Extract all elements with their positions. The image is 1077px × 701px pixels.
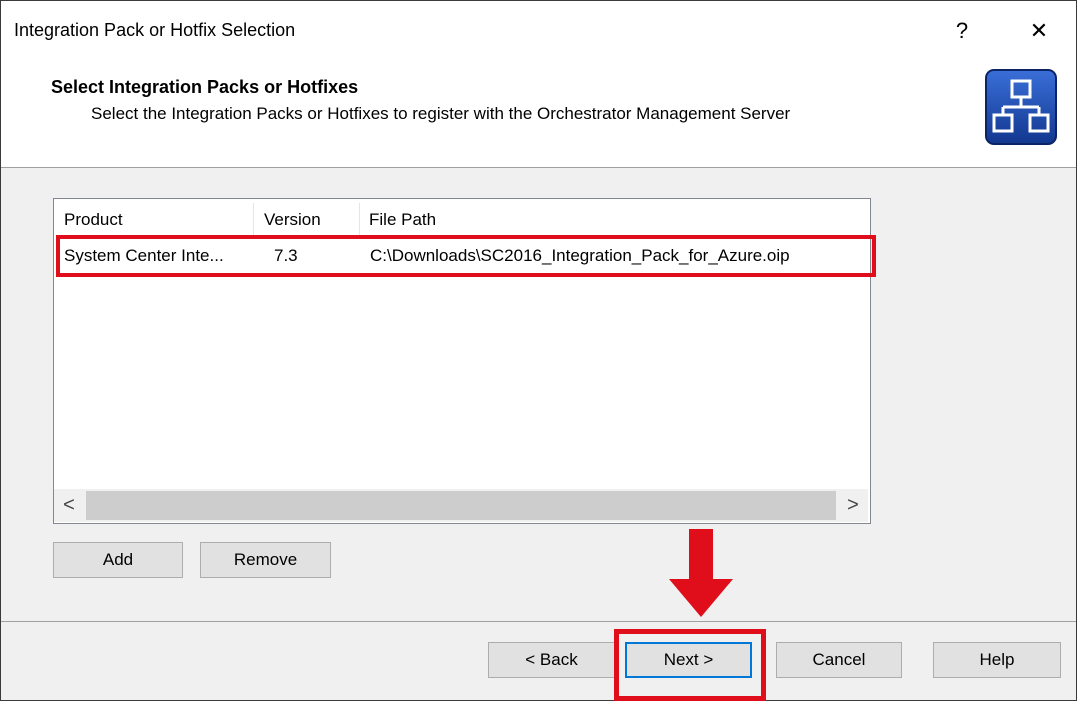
footer-divider xyxy=(1,621,1076,622)
column-header-file-path[interactable]: File Path xyxy=(359,199,867,237)
integration-pack-list[interactable]: Product Version File Path System Center … xyxy=(53,198,876,524)
column-header-product[interactable]: Product xyxy=(54,199,254,237)
remove-button[interactable]: Remove xyxy=(200,542,331,578)
close-icon[interactable]: ✕ xyxy=(1019,14,1059,48)
help-button[interactable]: Help xyxy=(933,642,1061,678)
row-highlight-annotation xyxy=(56,235,876,277)
down-arrow-annotation xyxy=(669,529,733,617)
page-subtitle: Select the Integration Packs or Hotfixes… xyxy=(91,104,791,123)
next-highlight-annotation xyxy=(614,629,766,701)
back-button[interactable]: < Back xyxy=(488,642,615,678)
scroll-left-button[interactable]: < xyxy=(54,489,84,522)
horizontal-scrollbar[interactable]: < > xyxy=(54,489,868,522)
scrollbar-thumb[interactable] xyxy=(86,491,836,520)
cancel-button[interactable]: Cancel xyxy=(776,642,902,678)
scroll-right-button[interactable]: > xyxy=(838,489,868,522)
hierarchy-diagram-icon xyxy=(985,69,1057,145)
wizard-header: Select Integration Packs or Hotfixes Sel… xyxy=(1,59,1076,168)
title-bar: Integration Pack or Hotfix Selection ? ✕ xyxy=(1,1,1076,59)
page-title: Select Integration Packs or Hotfixes xyxy=(51,77,359,97)
column-header-version[interactable]: Version xyxy=(254,199,359,237)
add-button[interactable]: Add xyxy=(53,542,183,578)
dialog-window: Integration Pack or Hotfix Selection ? ✕… xyxy=(0,0,1077,701)
help-icon[interactable]: ? xyxy=(942,14,982,48)
window-title: Integration Pack or Hotfix Selection xyxy=(14,20,296,40)
